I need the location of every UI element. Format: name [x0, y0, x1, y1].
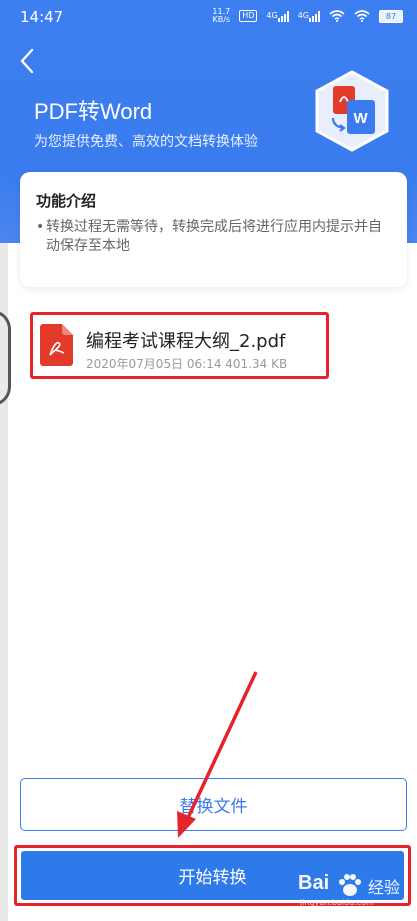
intro-card: 功能介绍 • 转换过程无需等待，转换完成后将进行应用内提示并自动保存至本地 — [20, 172, 407, 287]
net1-label: 4G — [266, 11, 278, 20]
chevron-left-icon — [20, 48, 34, 74]
file-item[interactable]: 编程考试课程大纲_2.pdf 2020年07月05日 06:14 401.34 … — [30, 312, 329, 379]
intro-text: • 转换过程无需等待，转换完成后将进行应用内提示并自动保存至本地 — [36, 218, 392, 256]
status-icons: 11.7 KB/s HD 4G 4G 87 — [212, 8, 403, 24]
wifi-icon — [329, 10, 345, 22]
intro-title: 功能介绍 — [36, 192, 97, 210]
network-speed: 11.7 KB/s — [212, 8, 230, 24]
pdf-file-icon — [40, 324, 73, 366]
page-subtitle: 为您提供免费、高效的文档转换体验 — [34, 134, 258, 150]
file-name: 编程考试课程大纲_2.pdf — [86, 331, 286, 352]
net2-label: 4G — [297, 11, 309, 20]
baidu-watermark: Bai 经验 jingyan.baidu.com — [298, 868, 410, 908]
file-meta: 2020年07月05日 06:14 401.34 KB — [86, 357, 288, 371]
hero-badge-letter: W — [354, 110, 369, 127]
paw-icon — [339, 874, 361, 896]
signal-4g-icon: 4G — [266, 10, 289, 22]
watermark-logo: Bai — [298, 872, 330, 894]
network-speed-unit: KB/s — [212, 15, 231, 24]
replace-file-button[interactable]: 替换文件 — [20, 778, 407, 831]
back-button[interactable] — [14, 44, 44, 78]
watermark-text: 经验 — [368, 878, 401, 897]
pdf-to-word-hero-icon: W — [311, 70, 393, 152]
page-title: PDF转Word — [34, 99, 153, 124]
bullet-dot: • — [36, 219, 45, 235]
signal-4g-icon-2: 4G — [298, 10, 320, 22]
hd-icon: HD — [239, 10, 258, 22]
battery-icon: 87 — [379, 9, 403, 23]
wifi-icon-2 — [354, 10, 370, 22]
intro-description: 转换过程无需等待，转换完成后将进行应用内提示并自动保存至本地 — [46, 219, 382, 254]
status-bar: 14:47 11.7 KB/s HD 4G 4G 87 — [0, 0, 417, 34]
watermark-url: jingyan.baidu.com — [300, 898, 374, 907]
edge-curve — [0, 310, 11, 406]
status-time: 14:47 — [20, 8, 64, 26]
